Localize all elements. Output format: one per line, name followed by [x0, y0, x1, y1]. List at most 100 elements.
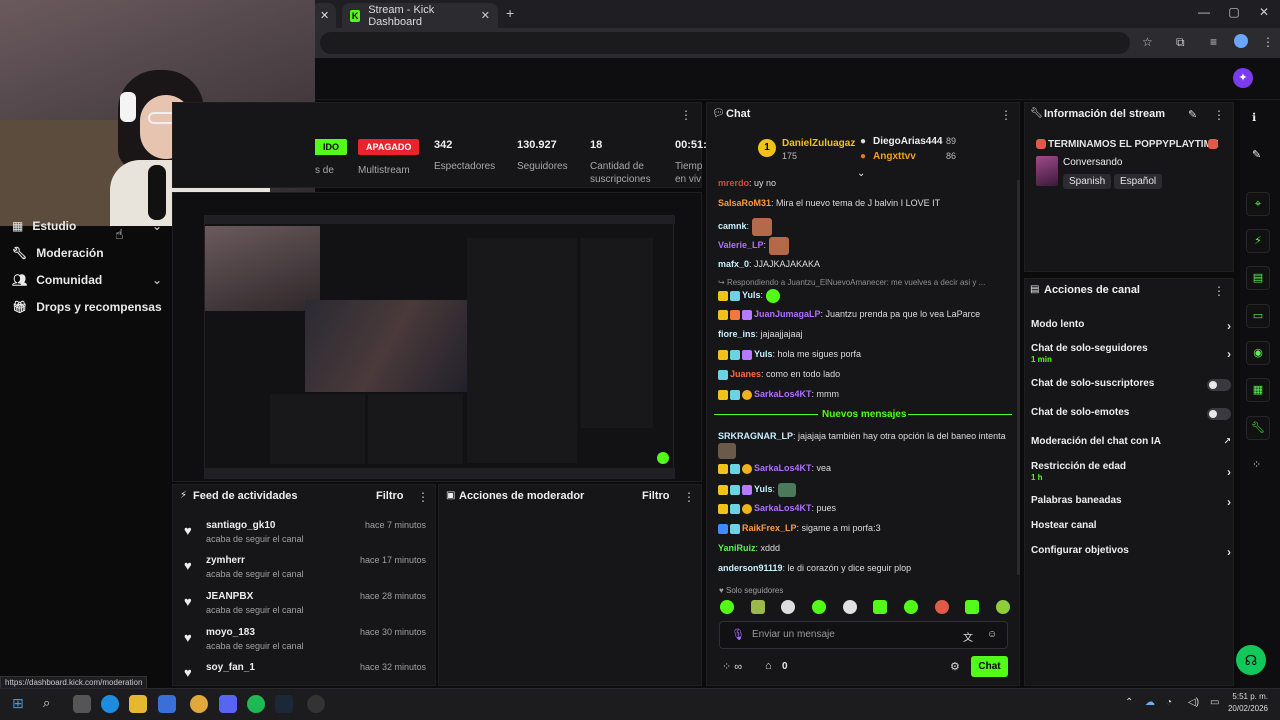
chat-user[interactable]: camnk [718, 221, 747, 231]
stats-menu-icon[interactable]: ⋮ [680, 108, 692, 122]
leader-3-name[interactable]: Angxttvv [873, 151, 916, 162]
action-slow-mode[interactable]: Modo lento › [1031, 319, 1231, 333]
translate-icon[interactable]: 文 [963, 629, 973, 644]
multistream-status-badge[interactable]: APAGADO [358, 139, 420, 155]
tab-close-icon[interactable]: ✕ [481, 9, 490, 22]
emote-icon[interactable] [781, 600, 796, 614]
channel-actions-menu-icon[interactable]: ⋮ [1213, 284, 1225, 298]
send-chat-button[interactable]: Chat [971, 656, 1008, 677]
task-view-icon[interactable] [73, 695, 91, 713]
leader-2-name[interactable]: DiegoArias444 [873, 136, 942, 147]
emote-icon[interactable] [842, 600, 857, 614]
rail-layout-icon[interactable]: ▦ [1246, 378, 1270, 402]
windows-start-icon[interactable]: ⊞ [12, 695, 30, 713]
rail-lightning-icon[interactable]: ⚡︎ [1246, 229, 1270, 253]
user-avatar[interactable]: ✦ [1233, 68, 1253, 88]
file-explorer-icon[interactable] [129, 695, 147, 713]
chat-user[interactable]: anderson91119 [718, 563, 783, 573]
emote-icon[interactable] [903, 600, 918, 614]
stream-category[interactable]: Conversando [1063, 157, 1122, 168]
maximize-icon[interactable]: ▢ [1227, 5, 1241, 19]
steam-icon[interactable] [275, 695, 293, 713]
chat-user[interactable]: mrerdo [718, 178, 749, 188]
tray-network-icon[interactable]: ◔ [1166, 697, 1172, 708]
minimize-icon[interactable]: — [1197, 5, 1211, 19]
obs-icon[interactable] [307, 695, 325, 713]
emotes-only-toggle[interactable] [1207, 408, 1231, 420]
infinite-points-icon[interactable]: ⁘ ∞ [722, 660, 742, 673]
chat-input-placeholder[interactable]: Enviar un mensaje [752, 629, 835, 640]
stream-preview-video[interactable] [204, 215, 675, 479]
activity-feed-menu-icon[interactable]: ⋮ [417, 490, 429, 504]
chat-user[interactable]: Yuls [754, 484, 773, 494]
subscribers-only-toggle[interactable] [1207, 379, 1231, 391]
info-icon[interactable]: ℹ [1252, 111, 1256, 124]
profile-avatar-icon[interactable] [1234, 34, 1248, 48]
rail-wrench-icon[interactable]: 🔧︎ [1246, 416, 1270, 440]
tray-chevron-icon[interactable]: ⌃ [1125, 697, 1133, 708]
feed-user[interactable]: soy_fan_1 [206, 662, 255, 673]
spotify-icon[interactable] [247, 695, 265, 713]
emote-icon[interactable] [873, 600, 888, 614]
microphone-icon[interactable]: 🎙︎ [731, 628, 745, 641]
chat-user[interactable]: SRKRAGNAR_LP [718, 431, 793, 441]
tab-kick-dashboard[interactable]: K Stream - Kick Dashboard ✕ [342, 3, 498, 28]
chat-user[interactable]: SarkaLos4KT [754, 463, 812, 473]
chat-user[interactable]: Yuls [742, 290, 761, 300]
pencil-icon[interactable]: ✎ [1252, 148, 1261, 161]
chat-user[interactable]: Yuls [754, 349, 773, 359]
feed-user[interactable]: moyo_183 [206, 627, 255, 638]
feed-user[interactable]: JEANPBX [206, 591, 253, 602]
chat-user[interactable]: SarkaLos4KT [754, 503, 812, 513]
chrome-icon[interactable] [190, 695, 208, 713]
mod-actions-filter-button[interactable]: Filtro [642, 490, 670, 502]
help-support-button[interactable]: ☊ [1236, 645, 1266, 675]
leader-1-name[interactable]: DanielZuluagaz [782, 138, 855, 149]
emoji-picker-icon[interactable]: ☺ [987, 629, 997, 640]
rail-broadcast-icon[interactable]: ◉ [1246, 341, 1270, 365]
sidebar-item-drops[interactable]: 🎁︎ Drops y recompensas [12, 300, 162, 314]
action-ai-moderation[interactable]: Moderación del chat con IA ↗ [1031, 436, 1231, 450]
chat-user[interactable]: RaikFrex_LP [742, 523, 797, 533]
chat-menu-icon[interactable]: ⋮ [1000, 108, 1012, 122]
search-icon[interactable]: ⌕ [43, 695, 61, 713]
clock-date[interactable]: 20/02/2026 [1226, 704, 1268, 713]
previous-tab-fragment[interactable]: ✕ [312, 3, 336, 28]
connections-icon[interactable]: ⁘ [1252, 458, 1261, 471]
rail-document-icon[interactable]: ▤ [1246, 266, 1270, 290]
action-age-restriction[interactable]: Restricción de edad 1 h › [1031, 461, 1231, 485]
clock-time[interactable]: 5:51 p. m. [1230, 692, 1268, 701]
bookmark-star-icon[interactable]: ☆ [1142, 35, 1153, 49]
sidebar-item-moderacion[interactable]: 🔧︎ Moderación [12, 246, 162, 260]
chat-user[interactable]: mafx_0 [718, 259, 749, 269]
chat-user[interactable]: SarkaLos4KT [754, 389, 812, 399]
sidebar-item-comunidad[interactable]: 👥︎ Comunidad ⌄ [12, 273, 162, 287]
action-host-channel[interactable]: Hostear canal [1031, 520, 1231, 534]
discord-icon[interactable] [219, 695, 237, 713]
mod-actions-menu-icon[interactable]: ⋮ [683, 490, 695, 504]
url-input[interactable] [320, 32, 1130, 54]
emote-icon[interactable] [995, 600, 1010, 614]
chat-user[interactable]: JuanJumagaLP [754, 309, 821, 319]
feed-user[interactable]: santiago_gk10 [206, 520, 275, 531]
browser-menu-icon[interactable]: ⋮ [1262, 35, 1274, 49]
new-tab-button[interactable]: + [506, 5, 514, 21]
activity-feed-filter-button[interactable]: Filtro [376, 490, 404, 502]
edit-pencil-icon[interactable]: ✎ [1188, 108, 1197, 121]
chat-scrollbar[interactable] [1017, 180, 1020, 575]
emote-icon[interactable] [811, 600, 826, 614]
emote-icon[interactable] [720, 600, 734, 614]
sidebar-item-estudio[interactable]: ▦ Estudio ⌄ [12, 219, 162, 233]
emote-icon[interactable] [750, 600, 765, 614]
close-window-icon[interactable]: ✕ [1257, 5, 1271, 19]
extensions-icon[interactable]: ⧉ [1176, 35, 1185, 50]
tray-cloud-icon[interactable]: ☁ [1145, 697, 1155, 708]
edge-icon[interactable] [101, 695, 119, 713]
rail-capture-icon[interactable]: ⌖ [1246, 192, 1270, 216]
tray-volume-icon[interactable]: ◁) [1188, 697, 1199, 708]
reading-list-icon[interactable]: ≡ [1210, 35, 1217, 49]
chat-user[interactable]: YaniRuiz [718, 543, 756, 553]
store-icon[interactable]: ⌂ [765, 660, 772, 672]
chat-user[interactable]: Valerie_LP [718, 240, 764, 250]
action-followers-only[interactable]: Chat de solo-seguidores 1 min › [1031, 343, 1231, 367]
